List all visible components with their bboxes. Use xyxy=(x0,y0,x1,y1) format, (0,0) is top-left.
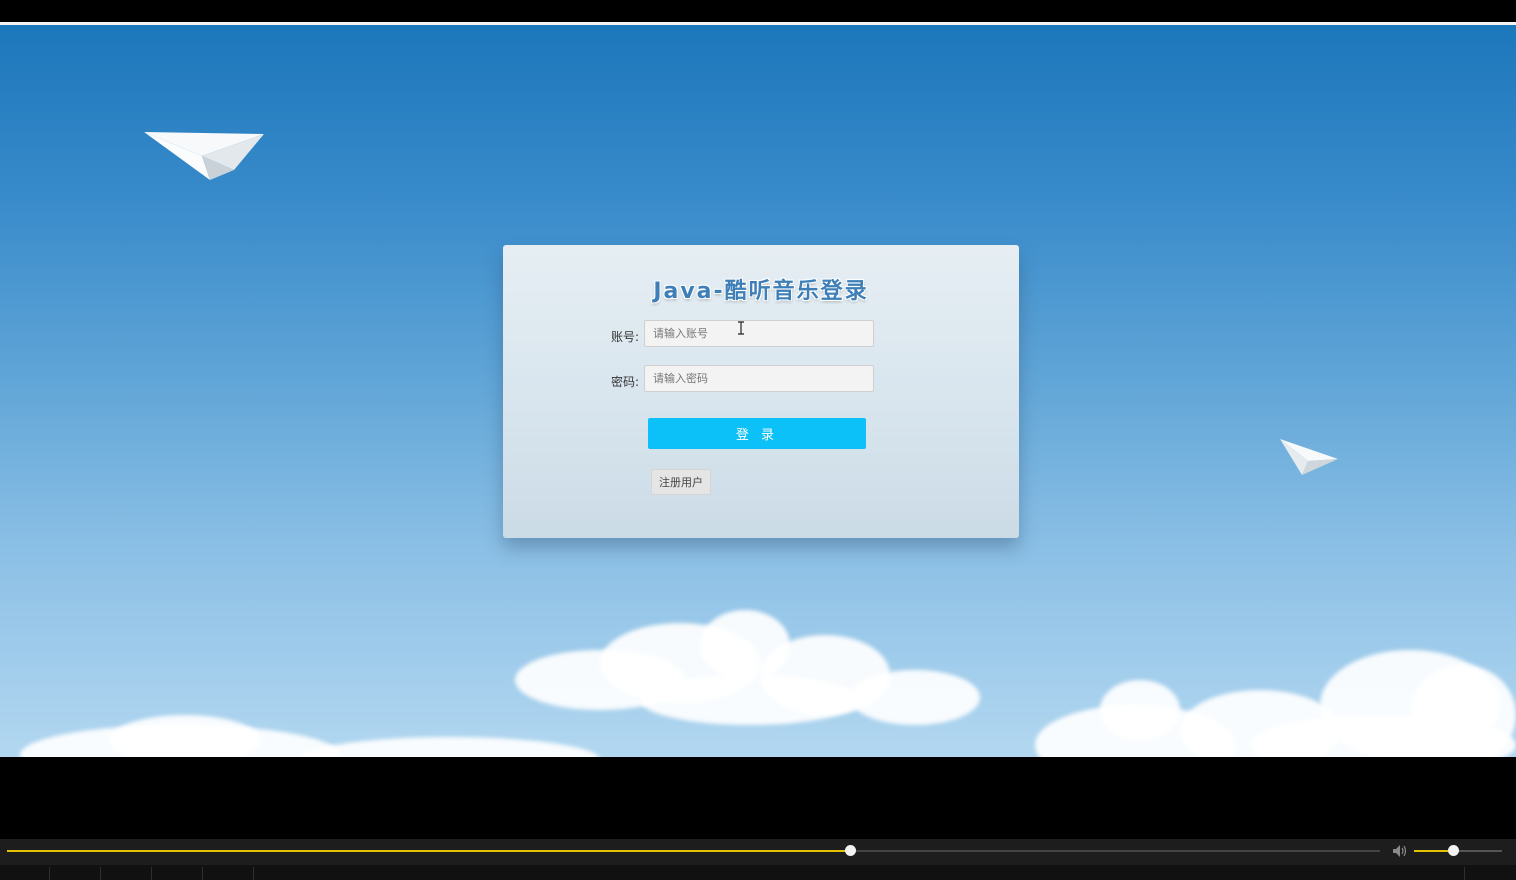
account-label: 账号: xyxy=(610,330,639,344)
login-title: Java-酷听音乐登录 xyxy=(653,279,869,304)
paper-plane-icon xyxy=(144,132,264,180)
account-input[interactable] xyxy=(644,320,874,347)
speaker-icon[interactable] xyxy=(1392,844,1408,858)
player-control-bar xyxy=(0,839,1516,865)
page-viewport: Java-酷听音乐登录 账号: 密码: 登 录 注册用户 xyxy=(0,25,1516,757)
toolbar-segment[interactable] xyxy=(101,867,152,880)
seek-bar[interactable] xyxy=(7,845,1380,856)
toolbar-segment[interactable] xyxy=(203,867,254,880)
toolbar-segment[interactable] xyxy=(50,867,101,880)
login-panel: Java-酷听音乐登录 账号: 密码: 登 录 注册用户 xyxy=(503,245,1019,538)
seek-progress xyxy=(7,850,851,852)
toolbar-segment[interactable] xyxy=(152,867,203,880)
volume-slider[interactable] xyxy=(1414,845,1502,856)
seek-handle[interactable] xyxy=(845,845,857,856)
volume-level xyxy=(1414,850,1453,852)
bottom-toolbar-strip xyxy=(0,865,1516,880)
password-label: 密码: xyxy=(610,375,639,389)
paper-plane-icon xyxy=(1280,439,1338,475)
register-button[interactable]: 注册用户 xyxy=(651,469,711,495)
toolbar-segment[interactable] xyxy=(0,867,50,880)
password-input[interactable] xyxy=(644,365,874,392)
video-letterbox xyxy=(0,757,1516,839)
volume-handle[interactable] xyxy=(1447,845,1459,856)
text-cursor-icon xyxy=(738,321,744,335)
top-black-bar xyxy=(0,0,1516,22)
login-button[interactable]: 登 录 xyxy=(648,418,866,449)
toolbar-segment[interactable] xyxy=(1464,867,1516,880)
